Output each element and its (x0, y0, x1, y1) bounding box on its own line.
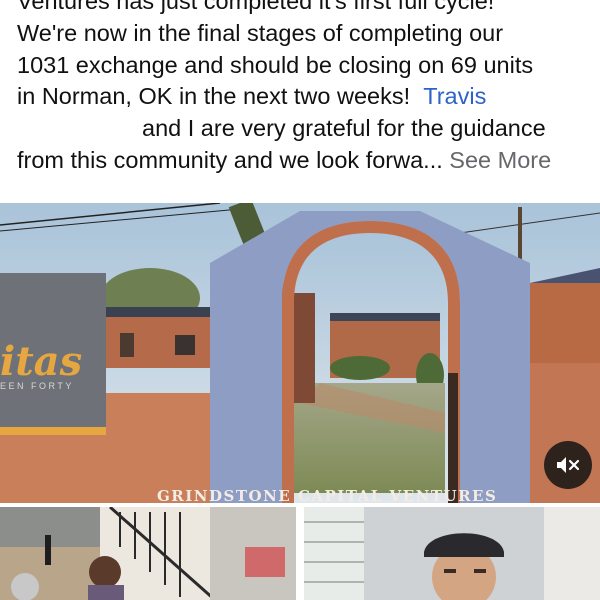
speaker-muted-icon (557, 457, 580, 473)
photo-kitchen (0, 507, 296, 600)
post-line-6: from this community and we look forwa...… (17, 145, 592, 177)
see-more-link[interactable]: See More (449, 147, 551, 173)
post-line-1: Ventures has just completed it's first f… (17, 0, 495, 14)
post-text: Ventures has just completed it's first f… (17, 0, 592, 177)
photo-thumbnail-1[interactable] (0, 507, 296, 600)
post-line-5: and I are very grateful for the guidance (17, 113, 592, 145)
post-line-3: 1031 exchange and should be closing on 6… (17, 51, 534, 78)
photo-thumbnail-2[interactable] (304, 507, 600, 600)
post-line-2: We're now in the final stages of complet… (17, 19, 504, 46)
sign-subtext: EEN FORTY (0, 381, 74, 391)
post-line-4-text: in Norman, OK in the next two weeks! (17, 83, 411, 110)
video-watermark: GRINDSTONE CAPITAL VENTURES (157, 487, 498, 505)
photo-person (304, 507, 600, 600)
mute-button[interactable] (544, 441, 592, 489)
video-frame (0, 203, 600, 503)
photo-grid (0, 507, 600, 600)
post-line-6-text: from this community and we look forwa... (17, 146, 443, 173)
post-line-5-text: and I are very grateful for the guidance (142, 115, 546, 142)
video-player[interactable]: itas EEN FORTY (0, 203, 600, 503)
post-line-4: in Norman, OK in the next two weeks! Tra… (17, 81, 592, 113)
sign-logo-text: itas (0, 338, 83, 385)
mention-link[interactable]: Travis (423, 83, 486, 109)
